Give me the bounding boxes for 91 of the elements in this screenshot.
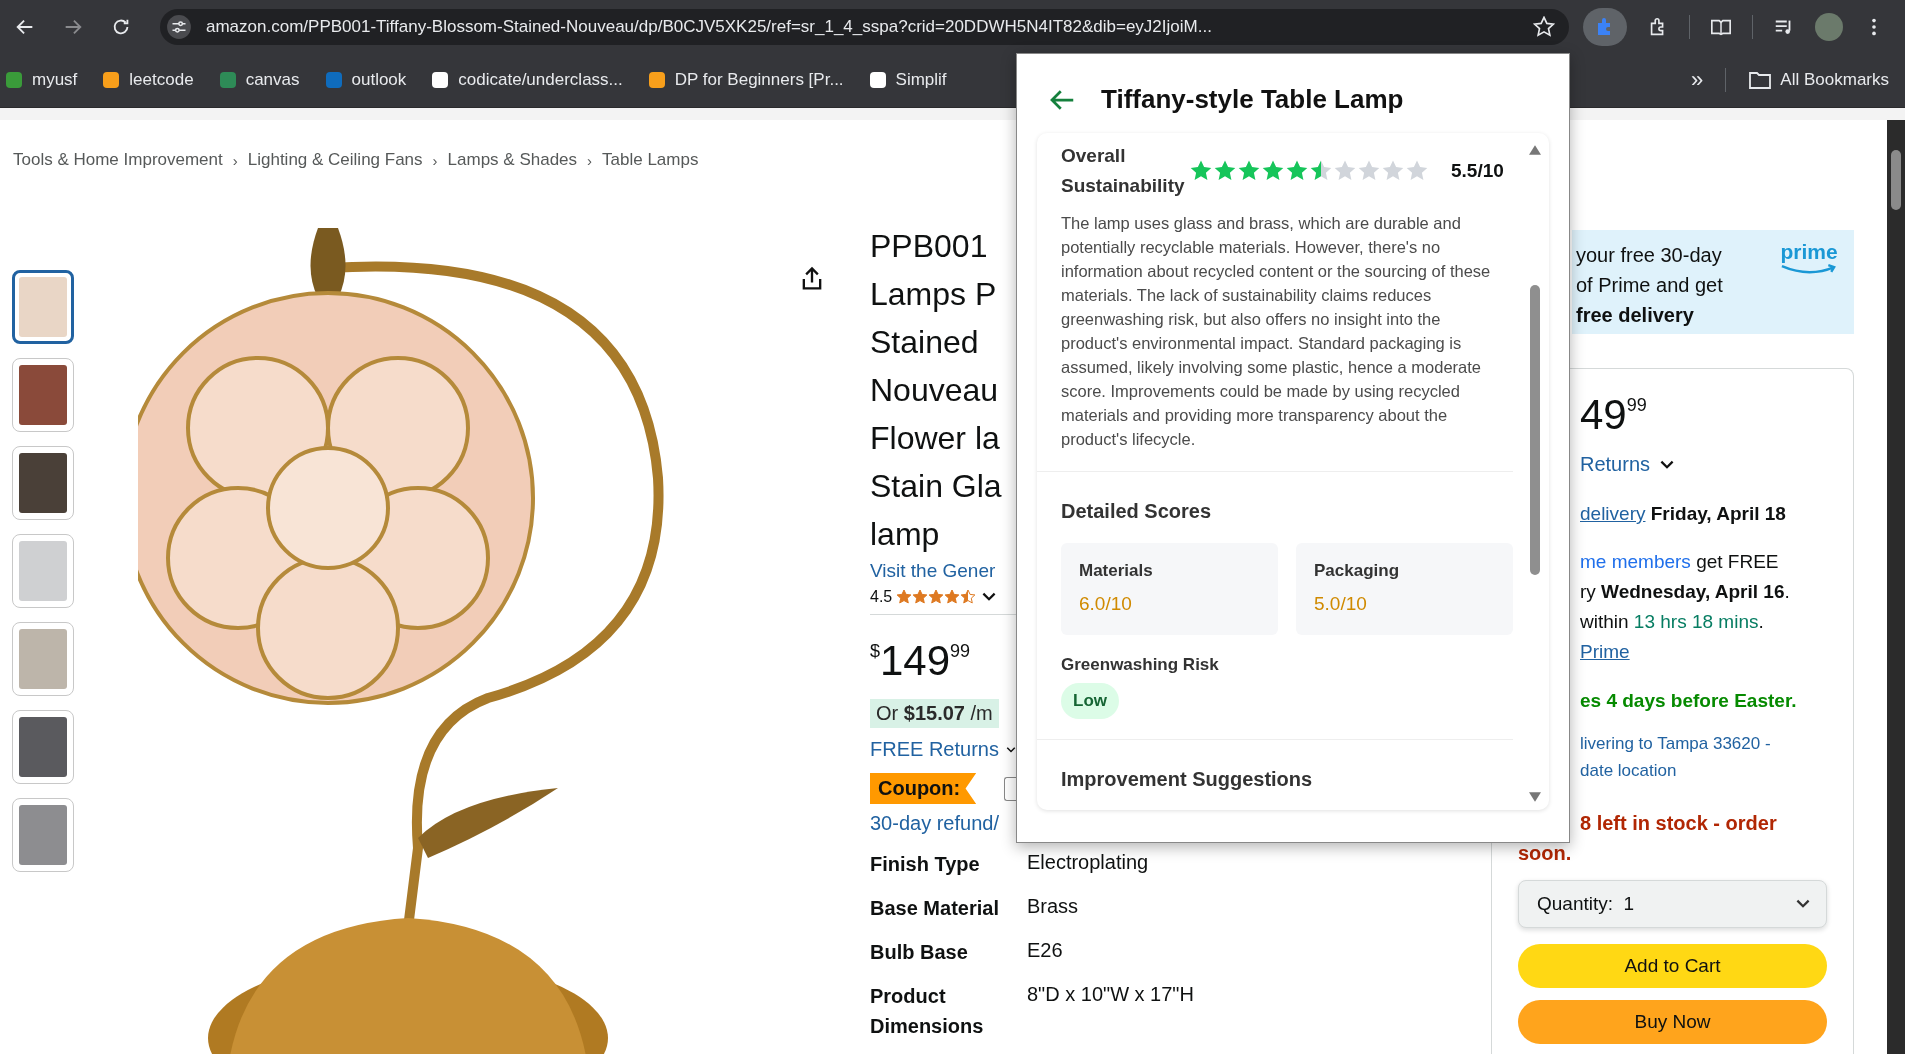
star-icon	[944, 589, 961, 605]
product-title: Stain Gla	[870, 467, 1002, 506]
breadcrumb-link[interactable]: Lighting & Ceiling Fans	[247, 150, 423, 170]
star-icon	[912, 589, 929, 605]
folder-icon	[1748, 70, 1773, 90]
returns-link[interactable]: Returns	[1580, 453, 1651, 476]
bookmark[interactable]: codicate/underclass...	[430, 70, 623, 90]
popup-title: Tiffany-style Table Lamp	[1101, 84, 1404, 115]
prime-banner[interactable]: your free 30-day of Prime and get free delivery prime	[1572, 230, 1854, 334]
scrollbar[interactable]	[1887, 120, 1905, 1054]
delivery-text: .	[1784, 581, 1790, 602]
delivery-link[interactable]: delivery	[1580, 503, 1646, 524]
thumbnail[interactable]	[12, 270, 74, 344]
breadcrumb-link[interactable]: Lamps & Shades	[447, 150, 578, 170]
delivery-text: Wednesday, April 16	[1601, 581, 1785, 602]
spec-value: Electroplating	[1027, 850, 1149, 875]
product-title: Nouveau	[870, 371, 999, 410]
product-title: PPB001	[870, 227, 988, 266]
location-link[interactable]: date location	[1580, 757, 1677, 784]
prime-offer-text: of Prime and get	[1576, 273, 1723, 298]
breadcrumb-separator: ›	[432, 151, 438, 169]
score-label: Materials	[1079, 561, 1154, 581]
quantity-select[interactable]: Quantity: 1	[1518, 880, 1827, 928]
site-settings-icon[interactable]	[166, 13, 192, 40]
spec-value: Brass	[1027, 894, 1079, 919]
add-to-cart-button[interactable]: Add to Cart	[1518, 944, 1827, 988]
bookmark[interactable]: outlook	[323, 70, 407, 90]
delivery-text: get FREE	[1696, 551, 1779, 572]
location-link[interactable]: livering to Tampa 33620 -	[1580, 730, 1771, 757]
product-title: lamp	[870, 515, 940, 554]
holiday-note: es 4 days before Easter.	[1580, 690, 1798, 712]
section-heading: Detailed Scores	[1061, 500, 1212, 523]
score-value: 6.0/10	[1079, 593, 1133, 615]
stock-status: 8 left in stock - order	[1580, 811, 1777, 836]
breadcrumb-link[interactable]: Tools & Home Improvement	[13, 150, 223, 170]
bookmark[interactable]: leetcode	[101, 70, 194, 90]
star-icon	[928, 589, 945, 605]
coupon-badge: Coupon:	[870, 773, 977, 804]
spec-label: Finish Type	[870, 852, 981, 877]
score-value: 5.0/10	[1314, 593, 1368, 615]
star-icon	[960, 589, 977, 605]
breadcrumb-link[interactable]: Table Lamps	[602, 150, 699, 170]
scroll-down-arrow-icon[interactable]	[1529, 792, 1541, 802]
spec-label: Product Dimensions	[870, 984, 985, 1039]
breadcrumb-separator: ›	[587, 151, 593, 169]
score-label: Packaging	[1314, 561, 1401, 581]
installment-offer: Or $15.07 /m	[870, 699, 999, 728]
spec-label: Bulb Base	[870, 940, 969, 965]
returns-link[interactable]: FREE Returns	[870, 738, 999, 761]
delivery-text: Friday, April 18	[1650, 503, 1786, 524]
buy-now-button[interactable]: Buy Now	[1518, 1000, 1827, 1044]
more-bookmarks[interactable]: »	[1691, 67, 1704, 93]
product-title: Flower la	[870, 419, 1000, 458]
stock-status: soon.	[1518, 841, 1572, 866]
delivery-link[interactable]: me members	[1580, 551, 1691, 572]
section-heading: Improvement Suggestions	[1061, 768, 1313, 791]
spec-value: E26	[1027, 938, 1063, 963]
summary-text: The lamp uses glass and brass, which are durable and potentially recyclable materials. However, there's no information about recycled content or the sourcing of these materials. The lack of sustainability claims reduces greenwashing risk, but also offers no insight into the product's environmental impact. Standard packaging is assumed, likely involving some plastic, hence a moderate score. Improvements could be made by using recycled materials and providing more transparency about the product's lifecycle.	[1061, 213, 1491, 450]
bookmark[interactable]: DP for Beginners [Pr...	[646, 70, 844, 90]
refund-link[interactable]: 30-day refund/	[870, 812, 999, 835]
prime-offer-text: your free 30-day	[1576, 243, 1723, 268]
scroll-up-arrow-icon[interactable]	[1529, 145, 1541, 155]
bookmark-star-icon[interactable]	[1533, 15, 1555, 38]
bookmark[interactable]: myusf	[4, 70, 78, 90]
prime-logo: prime	[1780, 240, 1838, 322]
profile-avatar[interactable]	[1815, 12, 1843, 41]
delivery-link[interactable]: Prime	[1580, 641, 1630, 662]
delivery-text: within	[1580, 611, 1629, 632]
risk-badge: Low	[1061, 683, 1119, 719]
delivery-text: 13 hrs 18 mins	[1633, 611, 1759, 632]
section-label: Overall Sustainability	[1061, 144, 1186, 198]
score-value: 5.5/10	[1451, 160, 1504, 182]
star-icon	[896, 589, 913, 605]
spec-label: Base Material	[870, 896, 1000, 921]
address-bar[interactable]: amazon.com/PPB001-Tiffany-Blossom-Stained-Nouveau/dp/B0CJV5XK25/ref=sr_1_4_sspa?crid=20DDWH5N4IT82&dib=eyJ2IjoiM...	[160, 8, 1569, 45]
rating-value: 4.5	[870, 588, 893, 606]
store-link[interactable]: Visit the Gener	[870, 560, 996, 582]
product-title: Stained	[870, 323, 979, 362]
section-label: Greenwashing Risk	[1061, 655, 1219, 675]
product-title: Lamps P	[870, 275, 997, 314]
bookmark[interactable]: canvas	[217, 70, 300, 90]
prime-offer-text: free delivery	[1576, 303, 1695, 328]
breadcrumb-separator: ›	[232, 151, 238, 169]
price: 49$^{99}$	[1580, 391, 1648, 439]
extension-button[interactable]	[1583, 7, 1627, 46]
delivery-text: .	[1758, 611, 1764, 632]
all-bookmarks[interactable]: All Bookmarks	[1748, 70, 1889, 90]
delivery-text: ry	[1580, 581, 1596, 602]
price: $^{$}$149$^{99}$	[870, 637, 971, 685]
bookmark[interactable]: Simplif	[867, 70, 947, 90]
spec-value: 8"D x 10"W x 17"H	[1027, 982, 1194, 1007]
